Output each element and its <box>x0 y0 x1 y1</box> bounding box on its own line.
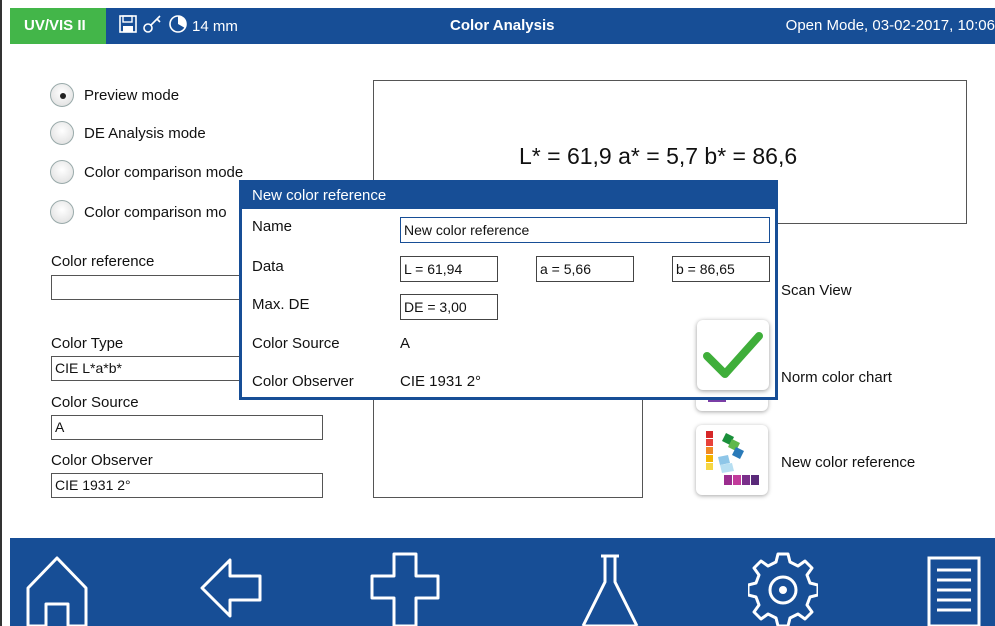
status-icons: 14 mm <box>118 8 238 44</box>
color-observer-value: CIE 1931 2° <box>400 373 482 390</box>
save-icon <box>118 14 138 38</box>
header-bar: UV/VIS II 14 mm Color Analysis Open Mode… <box>10 8 995 44</box>
data-a-field[interactable]: a = 5,66 <box>536 256 634 282</box>
menu-icon <box>925 556 995 626</box>
lab-result-text: L* = 61,9 a* = 5,7 b* = 86,6 <box>519 143 798 169</box>
new-color-reference-dialog: New color reference Name New color refer… <box>239 180 778 400</box>
color-type-field[interactable]: CIE L*a*b* <box>51 356 241 381</box>
radio-label: Preview mode <box>84 86 180 104</box>
name-label: Name <box>252 218 293 235</box>
cell-size-label: 14 mm <box>192 17 238 35</box>
bottom-nav <box>10 538 995 626</box>
settings-button[interactable] <box>746 548 820 626</box>
radio-de-analysis-mode[interactable]: DE Analysis mode <box>50 118 206 148</box>
timer-icon <box>168 14 188 38</box>
color-source-value: A <box>400 335 411 352</box>
dialog-title: New color reference <box>242 183 775 209</box>
radio-button[interactable] <box>50 200 74 224</box>
confirm-button[interactable] <box>697 320 769 390</box>
data-label: Data <box>252 258 284 275</box>
flask-button[interactable] <box>575 548 645 626</box>
radio-button-selected[interactable] <box>50 83 74 107</box>
key-icon <box>142 14 164 38</box>
app-badge: UV/VIS II <box>10 8 106 44</box>
add-button[interactable] <box>370 548 440 626</box>
max-de-label: Max. DE <box>252 296 310 313</box>
page-title: Color Analysis <box>450 17 555 34</box>
color-source-field[interactable]: A <box>51 415 323 440</box>
radio-color-comparison-mode-2[interactable]: Color comparison mo <box>50 197 227 227</box>
menu-button[interactable] <box>925 548 995 626</box>
home-icon <box>22 556 92 626</box>
radio-color-comparison-mode[interactable]: Color comparison mode <box>50 157 243 187</box>
color-observer-label: Color Observer <box>252 373 354 390</box>
radio-label: Color comparison mode <box>84 163 244 181</box>
back-button[interactable] <box>198 548 268 626</box>
back-icon <box>198 558 268 626</box>
check-icon <box>697 332 769 394</box>
color-observer-label: Color Observer <box>51 452 153 469</box>
radio-label: DE Analysis mode <box>84 124 206 142</box>
new-color-reference-label[interactable]: New color reference <box>781 454 915 471</box>
palette-icon <box>696 431 768 499</box>
scan-view-label[interactable]: Scan View <box>781 282 852 299</box>
max-de-field[interactable]: DE = 3,00 <box>400 294 498 320</box>
add-icon <box>370 552 440 626</box>
preview-box <box>373 390 643 498</box>
color-type-label: Color Type <box>51 335 124 352</box>
data-l-field[interactable]: L = 61,94 <box>400 256 498 282</box>
new-color-reference-button[interactable] <box>696 425 768 495</box>
data-b-field[interactable]: b = 86,65 <box>672 256 770 282</box>
mode-datetime: Open Mode, 03-02-2017, 10:06 <box>785 17 995 34</box>
color-observer-field[interactable]: CIE 1931 2° <box>51 473 323 498</box>
flask-icon <box>575 554 645 626</box>
radio-button[interactable] <box>50 160 74 184</box>
color-reference-label: Color reference <box>51 253 155 270</box>
radio-button[interactable] <box>50 121 74 145</box>
name-field[interactable]: New color reference <box>400 217 770 243</box>
color-source-label: Color Source <box>252 335 340 352</box>
home-button[interactable] <box>22 548 92 626</box>
color-reference-field[interactable] <box>51 275 251 300</box>
norm-color-chart-label[interactable]: Norm color chart <box>781 369 892 386</box>
radio-preview-mode[interactable]: Preview mode <box>50 80 179 110</box>
settings-icon <box>746 552 820 626</box>
color-source-label: Color Source <box>51 394 139 411</box>
radio-label: Color comparison mo <box>84 203 227 221</box>
